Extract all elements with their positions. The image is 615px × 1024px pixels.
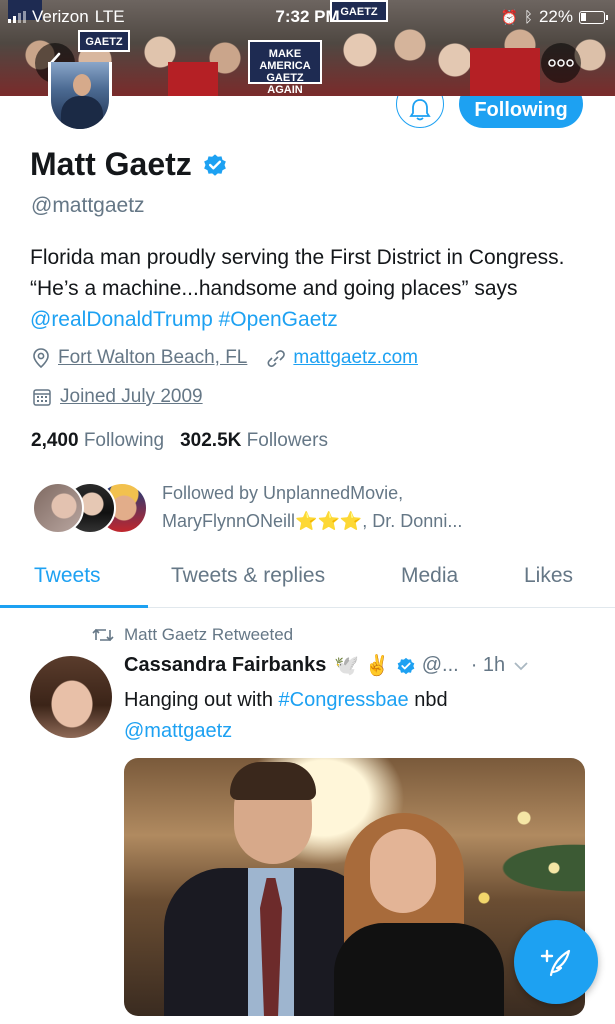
profile-bio: Florida man proudly serving the First Di… — [30, 242, 590, 335]
tweet-author-emojis: 🕊️ ✌️ — [334, 655, 390, 677]
tweet-header: Cassandra Fairbanks 🕊️ ✌️ @... · 1h — [124, 653, 594, 678]
notification-bell-icon — [409, 99, 431, 121]
profile-meta-joined-row: Joined July 2009 — [32, 386, 203, 408]
verified-badge-icon — [397, 657, 415, 674]
tweet-author-handle: @... — [421, 654, 459, 676]
retweet-context: Matt Gaetz Retweeted — [92, 625, 293, 645]
tweet-mention-link[interactable]: @mattgaetz — [124, 720, 232, 742]
avatar — [32, 482, 84, 534]
profile-joined-date: Joined July 2009 — [60, 386, 203, 407]
tweet-author-avatar[interactable] — [30, 656, 112, 738]
profile-location[interactable]: Fort Walton Beach, FL — [58, 347, 247, 369]
followed-by-avatars[interactable] — [32, 482, 150, 534]
more-button[interactable] — [541, 43, 581, 83]
bio-hashtag-link[interactable]: #OpenGaetz — [219, 308, 338, 331]
battery-percent: 22% — [538, 7, 573, 26]
alarm-icon: ⏰ — [500, 8, 518, 25]
followers-count-label: Followers — [246, 430, 328, 451]
tweet-hashtag-link[interactable]: #Congressbae — [279, 689, 409, 711]
followed-by-more: , Dr. Donni... — [362, 511, 463, 531]
active-tab-indicator — [0, 605, 148, 608]
profile-name: Matt Gaetz — [30, 146, 192, 182]
retweet-icon — [92, 628, 114, 642]
status-bar: Verizon LTE 7:32 PM ⏰ ᛒ 22% — [0, 0, 615, 32]
tab-likes[interactable]: Likes — [524, 564, 573, 588]
retweet-label: Matt Gaetz Retweeted — [124, 625, 294, 644]
location-pin-icon — [33, 348, 49, 368]
tweet-text-part: nbd — [408, 689, 448, 711]
following-count-link[interactable]: 2,400 Following — [31, 430, 164, 452]
tab-tweets-and-replies[interactable]: Tweets & replies — [171, 564, 325, 588]
tweet-text: Hanging out with #Congressbae nbd @mattga… — [124, 685, 584, 747]
followed-by-text[interactable]: Followed by UnplannedMovie, MaryFlynnONe… — [162, 479, 562, 535]
tab-tweets[interactable]: Tweets — [34, 564, 101, 588]
following-count-label: Following — [83, 430, 165, 451]
profile-counts: 2,400 Following 302.5K Followers — [31, 430, 328, 452]
compose-tweet-icon — [540, 949, 571, 977]
tweet-time: · 1h — [470, 654, 506, 676]
chevron-down-icon[interactable] — [513, 661, 529, 671]
profile-meta-location-row: Fort Walton Beach, FL mattgaetz.com — [32, 347, 418, 369]
banner-sign: MAKE AMERICA GAETZ AGAIN — [248, 40, 322, 96]
profile-tabs: Tweets Tweets & replies Media Likes — [0, 548, 615, 608]
tab-media[interactable]: Media — [401, 564, 458, 588]
profile-handle: @mattgaetz — [31, 194, 145, 217]
bio-text: Florida man proudly serving the First Di… — [30, 246, 565, 300]
tweet-author-name[interactable]: Cassandra Fairbanks — [124, 654, 326, 677]
followers-count: 302.5K — [180, 430, 242, 451]
profile-avatar[interactable] — [48, 62, 112, 132]
more-horizontal-icon — [548, 59, 574, 67]
bio-mention-link[interactable]: @realDonaldTrump — [30, 308, 213, 331]
compose-tweet-button[interactable] — [514, 920, 598, 1004]
photo-person — [334, 813, 504, 1016]
profile-name-row: Matt Gaetz — [30, 146, 228, 183]
calendar-icon — [33, 389, 51, 406]
link-icon — [267, 350, 286, 367]
tweet-text-part: Hanging out with — [124, 689, 279, 711]
verified-badge-icon — [203, 153, 226, 176]
tweet-photo[interactable] — [124, 758, 585, 1016]
bluetooth-icon: ᛒ — [523, 8, 533, 26]
battery-icon — [579, 10, 608, 24]
followed-by-stars: ⭐⭐⭐ — [295, 511, 363, 531]
banner-sign: GAETZ — [78, 30, 130, 52]
following-button-label: Following — [474, 98, 568, 121]
profile-website-link[interactable]: mattgaetz.com — [293, 347, 418, 369]
followers-count-link[interactable]: 302.5K Followers — [180, 430, 328, 452]
following-count: 2,400 — [31, 430, 79, 451]
